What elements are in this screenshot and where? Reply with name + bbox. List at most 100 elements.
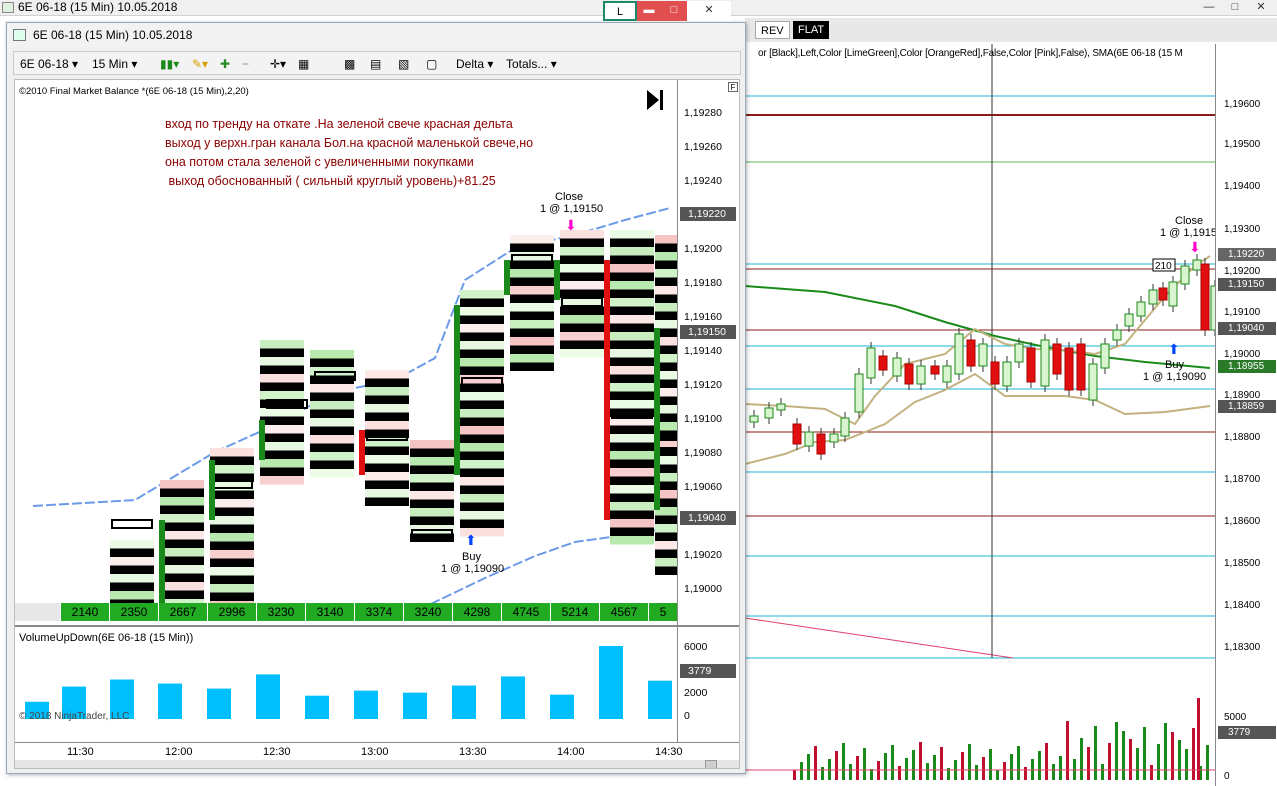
up-candle [854, 373, 864, 413]
footprint-cell [260, 416, 304, 425]
minimize-button[interactable]: — [1197, 0, 1221, 14]
total-cell: 2667 [158, 603, 207, 621]
templates-icon[interactable]: ▢ [426, 55, 437, 73]
volume-bar [933, 755, 936, 780]
price-marker-box: 1,19150 [680, 325, 736, 339]
price-axis-label: 1,19160 [684, 311, 722, 323]
footprint-cell [610, 502, 654, 511]
volume-bar [961, 752, 964, 780]
footprint-cell [310, 426, 354, 435]
close-button[interactable]: ✕ [687, 1, 731, 21]
footprint-cell [510, 303, 554, 312]
volume-bar [354, 690, 378, 719]
volume-bar [599, 646, 623, 719]
chart-window-icon [13, 29, 26, 41]
footprint-cell [610, 238, 654, 247]
volume-bar [807, 754, 810, 780]
down-candle [359, 430, 365, 475]
trade-comment: вход по тренду на откате .На зеленой све… [165, 117, 534, 188]
poc-cell [111, 519, 153, 529]
front-price-axis[interactable]: F 1,19280 1,19260 1,19240 1,19200 1,19180 1,1… [677, 80, 739, 625]
footprint-cell [610, 451, 654, 460]
footprint-cell [655, 269, 677, 278]
indicator-label: ©2010 Final Market Balance *(6E 06-18 (1… [19, 86, 249, 97]
footprint-cell [610, 374, 654, 383]
pencil-icon[interactable]: ✎▾ [192, 55, 208, 73]
bollinger-lower [745, 372, 1211, 465]
footprint-cell [610, 230, 654, 239]
volume-bar [1024, 767, 1027, 780]
volume-bar [870, 769, 873, 780]
volume-panel[interactable]: VolumeUpDown(6E 06-18 (15 Min)) © 2018 N… [15, 625, 739, 744]
price-axis-label: 1,19200 [684, 243, 722, 255]
totals-selector[interactable]: Totals... ▾ [506, 55, 557, 73]
footprint-cell [460, 366, 504, 375]
price-marker-box: 1,19150 [1218, 278, 1276, 291]
time-axis[interactable]: 11:30 12:00 12:30 13:00 13:30 14:00 14:30 [15, 742, 739, 760]
footprint-cell [560, 349, 604, 358]
properties-icon[interactable]: ▧ [398, 55, 409, 73]
volume-bar [800, 762, 803, 780]
down-candle [792, 423, 802, 445]
price-axis-label: 1,19020 [684, 549, 722, 561]
footprint-cell [260, 391, 304, 400]
price-axis-label: 1,18400 [1224, 600, 1261, 611]
footprint-cell [460, 443, 504, 452]
indicators-icon[interactable]: ▩ [344, 55, 355, 73]
front-window-titlebar[interactable]: 6E 06-18 (15 Min) 10.05.2018 [7, 23, 745, 47]
volume-bar [1178, 740, 1181, 780]
footprint-cell [610, 442, 654, 451]
maximize-button[interactable]: □ [661, 1, 687, 21]
flat-button[interactable]: FLAT [793, 21, 830, 39]
footprint-cell [210, 584, 254, 593]
delta-selector[interactable]: Delta ▾ [456, 55, 493, 73]
instrument-selector[interactable]: 6E 06-18 ▾ [20, 55, 78, 73]
footprint-cell [365, 480, 409, 489]
footprint-cell [655, 294, 677, 303]
horizontal-scrollbar[interactable] [15, 760, 739, 768]
footprint-cell [460, 392, 504, 401]
end-of-chart-icon[interactable] [647, 90, 659, 110]
volume-chart [25, 646, 672, 719]
zoom-out-icon[interactable]: − [242, 55, 249, 73]
background-price-chart[interactable]: Close 1 @ 1,1915 ⬇ ⬆ Buy 1 @ 1,19090 210 [745, 44, 1215, 786]
footprint-cell [410, 457, 454, 466]
volume-bar [1101, 764, 1104, 780]
total-cell: 2350 [109, 603, 158, 621]
front-chart-window: 6E 06-18 (15 Min) 10.05.2018 L ▬ □ ✕ 6E … [6, 1, 746, 774]
strategies-icon[interactable]: ▤ [370, 55, 381, 73]
footprint-cell [210, 516, 254, 525]
footprint-cell [460, 485, 504, 494]
rev-button[interactable]: REV [755, 21, 790, 39]
footprint-cell [510, 286, 554, 295]
footprint-cell [210, 524, 254, 533]
footprint-cell [460, 460, 504, 469]
data-box-icon[interactable]: ▦ [298, 55, 309, 73]
footprint-price-panel[interactable]: ©2010 Final Market Balance *(6E 06-18 (1… [15, 80, 677, 625]
zoom-in-icon[interactable]: ✚ [220, 55, 230, 73]
volume-bar [1164, 723, 1167, 780]
close-fill-label: 1 @ 1,19150 [540, 203, 603, 215]
footprint-cell [560, 315, 604, 324]
volume-bar [1059, 756, 1062, 780]
scrollbar-thumb[interactable] [705, 760, 717, 768]
up-candle [1112, 329, 1122, 341]
footprint-cell [310, 350, 354, 359]
footprint-cell [160, 590, 204, 599]
footprint-cell [460, 349, 504, 358]
interval-selector[interactable]: 15 Min ▾ [92, 55, 137, 73]
footprint-cell [210, 465, 254, 474]
crosshair-icon[interactable]: ✛▾ [270, 55, 286, 73]
footprint-cell [460, 417, 504, 426]
close-button[interactable]: ✕ [1249, 0, 1273, 14]
link-button[interactable]: L [603, 1, 637, 21]
close-label: Close [555, 191, 583, 203]
background-price-axis[interactable]: 1,19600 1,19500 1,19400 1,19300 1,19200 1,191… [1215, 44, 1277, 786]
up-candle [866, 347, 876, 379]
volume-bar [982, 757, 985, 780]
minimize-button[interactable]: ▬ [637, 1, 661, 21]
chart-style-icon[interactable]: ▮▮▾ [160, 55, 179, 73]
volume-bar [305, 695, 329, 719]
maximize-button[interactable]: □ [1223, 0, 1247, 14]
f-icon[interactable]: F [728, 82, 738, 92]
